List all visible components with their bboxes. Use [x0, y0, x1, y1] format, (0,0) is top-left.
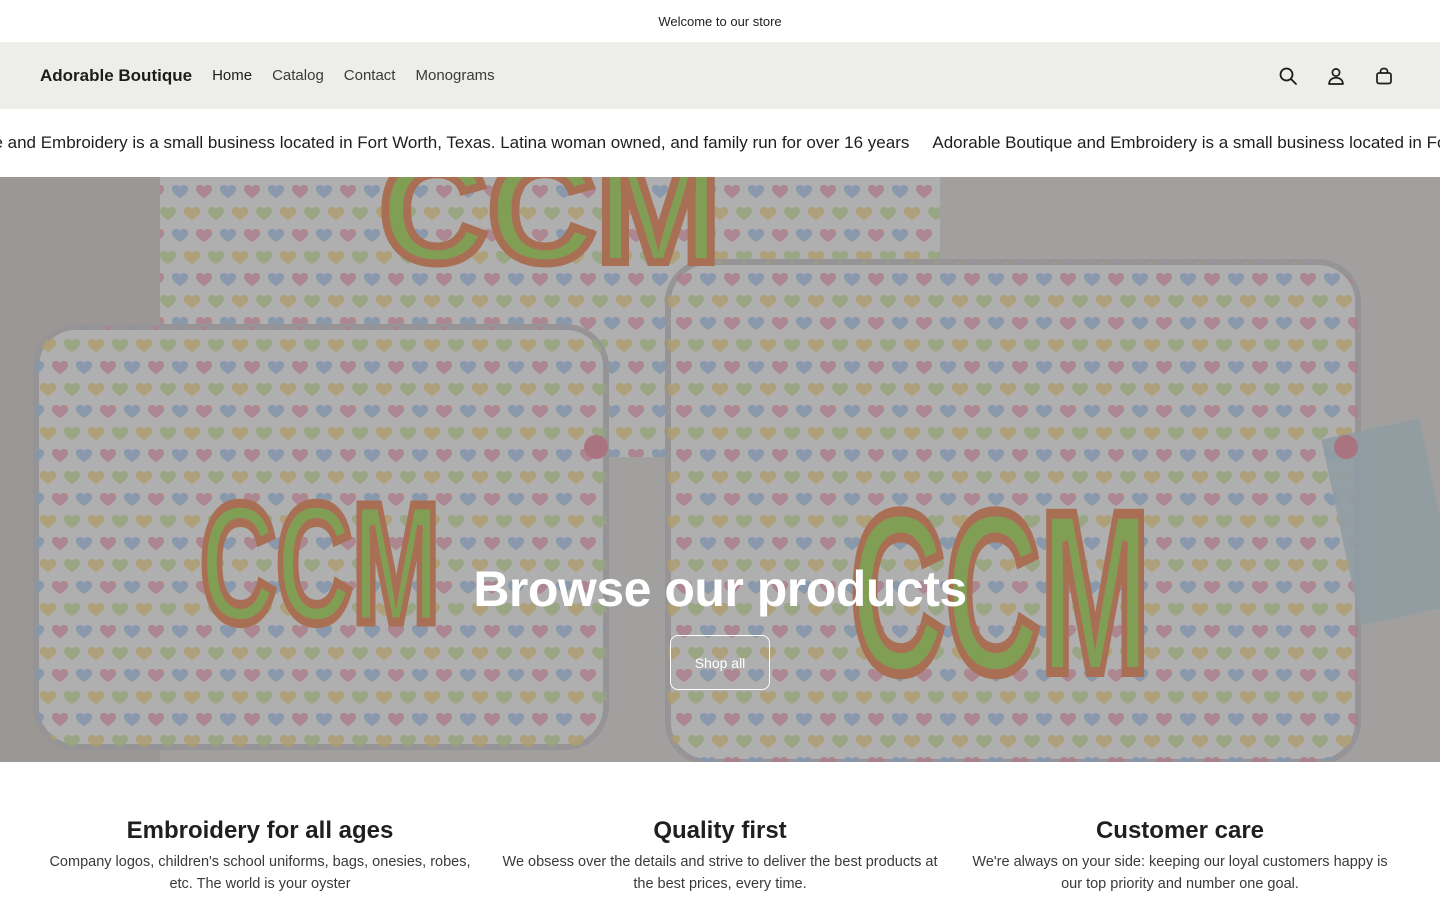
feature-title: Quality first: [653, 817, 787, 844]
scrolling-marquee: ue and Embroidery is a small business lo…: [0, 109, 1440, 177]
nav-home[interactable]: Home: [212, 67, 252, 84]
marquee-item: Adorable Boutique and Embroidery is a sm…: [932, 133, 1440, 152]
feature-quality: Quality first We obsess over the details…: [500, 762, 940, 900]
header-icons: [1276, 42, 1396, 109]
account-icon[interactable]: [1324, 64, 1348, 88]
feature-title: Embroidery for all ages: [126, 817, 394, 844]
announcement-text: Welcome to our store: [658, 13, 782, 29]
cart-icon[interactable]: [1372, 64, 1396, 88]
main-nav: Home Catalog Contact Monograms: [212, 67, 495, 84]
marquee-item: ue and Embroidery is a small business lo…: [0, 133, 910, 152]
features-row: Embroidery for all ages Company logos, c…: [0, 762, 1440, 900]
search-icon[interactable]: [1276, 64, 1300, 88]
shop-all-button[interactable]: Shop all: [670, 635, 770, 690]
announcement-bar: Welcome to our store: [0, 0, 1440, 42]
feature-embroidery: Embroidery for all ages Company logos, c…: [40, 762, 480, 900]
feature-title: Customer care: [1095, 817, 1265, 844]
feature-text: We're always on your side: keeping our l…: [972, 854, 1388, 892]
marquee-track: ue and Embroidery is a small business lo…: [0, 109, 1440, 177]
feature-customer-care: Customer care We're always on your side:…: [960, 762, 1400, 900]
feature-text: We obsess over the details and strive to…: [502, 854, 938, 892]
hero-banner: CCM CCM CCM Browse our products Shop all: [0, 177, 1440, 762]
site-header: Adorable Boutique Home Catalog Contact M…: [0, 42, 1440, 109]
hero-title: Browse our products: [473, 561, 967, 617]
nav-contact[interactable]: Contact: [344, 67, 396, 84]
feature-text: Company logos, children's school uniform…: [49, 854, 471, 892]
store-logo[interactable]: Adorable Boutique: [40, 66, 192, 86]
nav-monograms[interactable]: Monograms: [415, 67, 494, 84]
nav-catalog[interactable]: Catalog: [272, 67, 324, 84]
